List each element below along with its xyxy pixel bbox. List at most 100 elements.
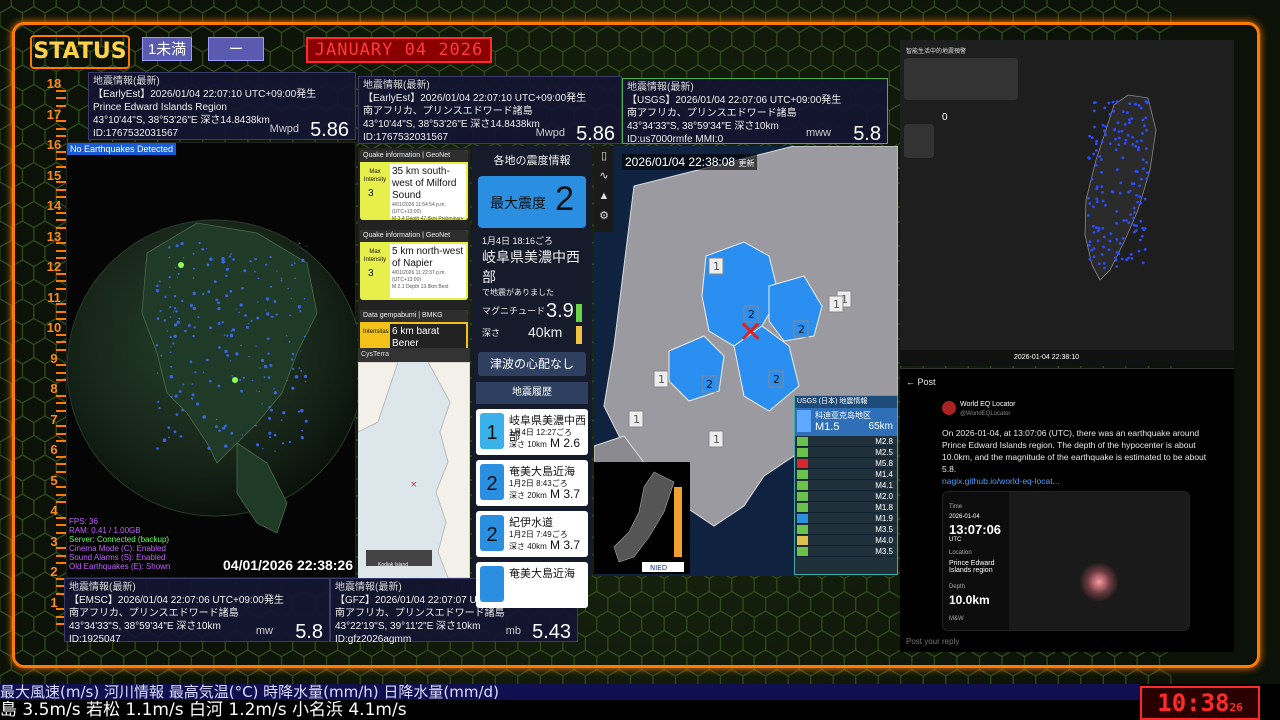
quake-dot [243,269,247,273]
magnitude-value: 3.9 [546,300,574,322]
station-dot [1145,101,1149,105]
nied-logo: NIED [650,564,667,572]
quake-dot [244,314,247,317]
quake-dot [159,310,162,312]
quake-dot [162,438,167,443]
reply-input[interactable]: Post your reply [906,637,959,646]
quake-header: 地震情報(最新) [363,80,430,91]
post-media-card[interactable]: Time 2026-01-04 13:07:06 UTC Location Pr… [942,491,1190,631]
quake-dot [232,258,235,261]
row-mag: M3.5 [875,547,893,556]
geonet-panel[interactable]: Quake information | GeoNet Max Intensity… [358,148,470,348]
side-toolbar[interactable]: ▯ ∿ ▲ ⚙ [594,146,614,232]
quake-info-earlyest-1: 地震情報(最新) 【EarlyEst】2026/01/04 22:07:10 U… [88,72,356,140]
station-dot [1088,134,1091,138]
usgs-row[interactable]: M1.9 [795,513,897,524]
station-dot [1090,136,1094,140]
cysterra-panel[interactable]: CysTerra × Kodiak Island [358,348,470,578]
ruler-tick [56,272,66,275]
history-item[interactable]: 1 岐阜県美濃中西部 1月4日 12:27ごろ 深さ 10km M 2.6 [476,409,588,455]
station-dot [1115,210,1118,213]
quake-dot [230,253,233,255]
usgs-row[interactable]: M2.0 [795,491,897,502]
station-dot [1140,139,1143,142]
station-dot [1145,177,1149,180]
quake-dot [192,306,197,311]
quake-dot [269,363,273,367]
station-dot [1111,100,1115,104]
usgs-row[interactable]: M3.5 [795,524,897,535]
usgs-quake-list[interactable]: USGS (日本) 地震情報 科迪亚克岛地区 M1.5 65km M2.8 M2.… [794,395,898,575]
quake-line-region: 南アフリカ、プリンスエドワード諸島 [335,608,505,619]
station-dot [1121,237,1125,240]
post-link[interactable]: nagix.github.io/world-eq-locat... [942,475,1222,487]
quake-dot [256,390,258,392]
usgs-row[interactable]: M2.8 [795,436,897,447]
ruler-tick [56,371,66,374]
quake-dot [292,353,295,356]
avatar[interactable] [942,401,956,415]
quake-dot [231,375,233,377]
magnitude-label: マグニチュード [482,306,546,316]
quake-dot [224,349,228,354]
quake-dot [166,330,168,332]
magnitude-row: マグニチュード 3.9 [472,300,592,326]
quake-dot [261,358,265,362]
current-depth: 65km [868,421,893,432]
station-dot [1137,103,1141,107]
x-post-panel[interactable]: ← Post World EQ Locator @WorldEQLocator … [900,368,1234,652]
account-name[interactable]: World EQ Locator [960,401,1016,408]
globe-panel[interactable]: No Earthquakes Detected FPS: 36 RAM: 0.4… [66,142,357,578]
station-dot [1094,142,1098,146]
intensity-label: Intensitas [363,329,389,335]
usgs-row[interactable]: M4.0 [795,535,897,546]
post-back[interactable]: ← Post [900,369,1234,395]
history-title: 地震履歴 [476,382,588,404]
geonet-card[interactable]: Quake information | GeoNet Max Intensity… [360,150,468,222]
quake-dot [268,431,272,435]
intensity-swatch [797,536,808,545]
usgs-row[interactable]: M2.5 [795,447,897,458]
usgs-row[interactable]: M4.1 [795,480,897,491]
gear-icon[interactable]: ⚙ [594,206,614,226]
station-dot [1103,106,1107,110]
history-item[interactable]: 奄美大島近海 [476,562,588,608]
quake-dot [169,335,172,339]
bmkg-card[interactable]: Data gempabumi | BMKG Intensitas 6 km ba… [360,310,468,348]
station-dot [1114,256,1117,260]
ruler-tick [56,554,66,557]
warning-icon[interactable]: ▲ [594,186,614,206]
history-list[interactable]: 1 岐阜県美濃中西部 1月4日 12:27ごろ 深さ 10km M 2.6 2 奄美大島近海… [472,409,592,608]
taiwan-eew-panel[interactable]: 智能生活中的地震預警 0 2026-01-04 22:38:10 [900,40,1234,366]
stat-ram: RAM: 0.41 / 1.00GB [69,526,141,535]
station-dot [1086,196,1090,200]
usgs-row[interactable]: M3.5 [795,546,897,557]
quake-info-usgs: 地震情報(最新) 【USGS】2026/01/04 22:07:06 UTC+0… [622,78,888,145]
quake-dot [192,291,196,296]
quake-dot [178,390,182,393]
usgs-row[interactable]: M5.8 [795,458,897,469]
station-dot [1133,230,1136,234]
quake-dot [170,346,172,348]
history-intensity: 2 [480,464,504,500]
quake-dot [164,295,167,299]
history-item[interactable]: 2 紀伊水道 1月2日 7:49ごろ 深さ 40km M 3.7 [476,511,588,557]
quake-dot [288,340,291,343]
history-item[interactable]: 2 奄美大島近海 1月2日 8:43ごろ 深さ 20km M 3.7 [476,460,588,506]
depth-bar [576,326,582,344]
usgs-row[interactable]: M1.4 [795,469,897,480]
card-source: Quake information | GeoNet [360,150,468,162]
wave-icon[interactable]: ∿ [594,166,614,186]
quake-dot [265,309,267,311]
stat-server: Server: Connected (backup) [69,535,170,544]
quake-dot [268,416,271,420]
quake-dot [180,299,184,303]
station-dot [1114,137,1117,141]
shindo-label: 1 [833,298,840,311]
phone-icon[interactable]: ▯ [594,146,614,166]
cysterra-bar: CysTerra [358,348,470,362]
quake-dot [225,424,227,426]
usgs-row[interactable]: M1.8 [795,502,897,513]
geonet-card[interactable]: Quake information | GeoNet Max Intensity… [360,230,468,300]
stat-old: Old Earthquakes (E): Shown [69,562,171,571]
